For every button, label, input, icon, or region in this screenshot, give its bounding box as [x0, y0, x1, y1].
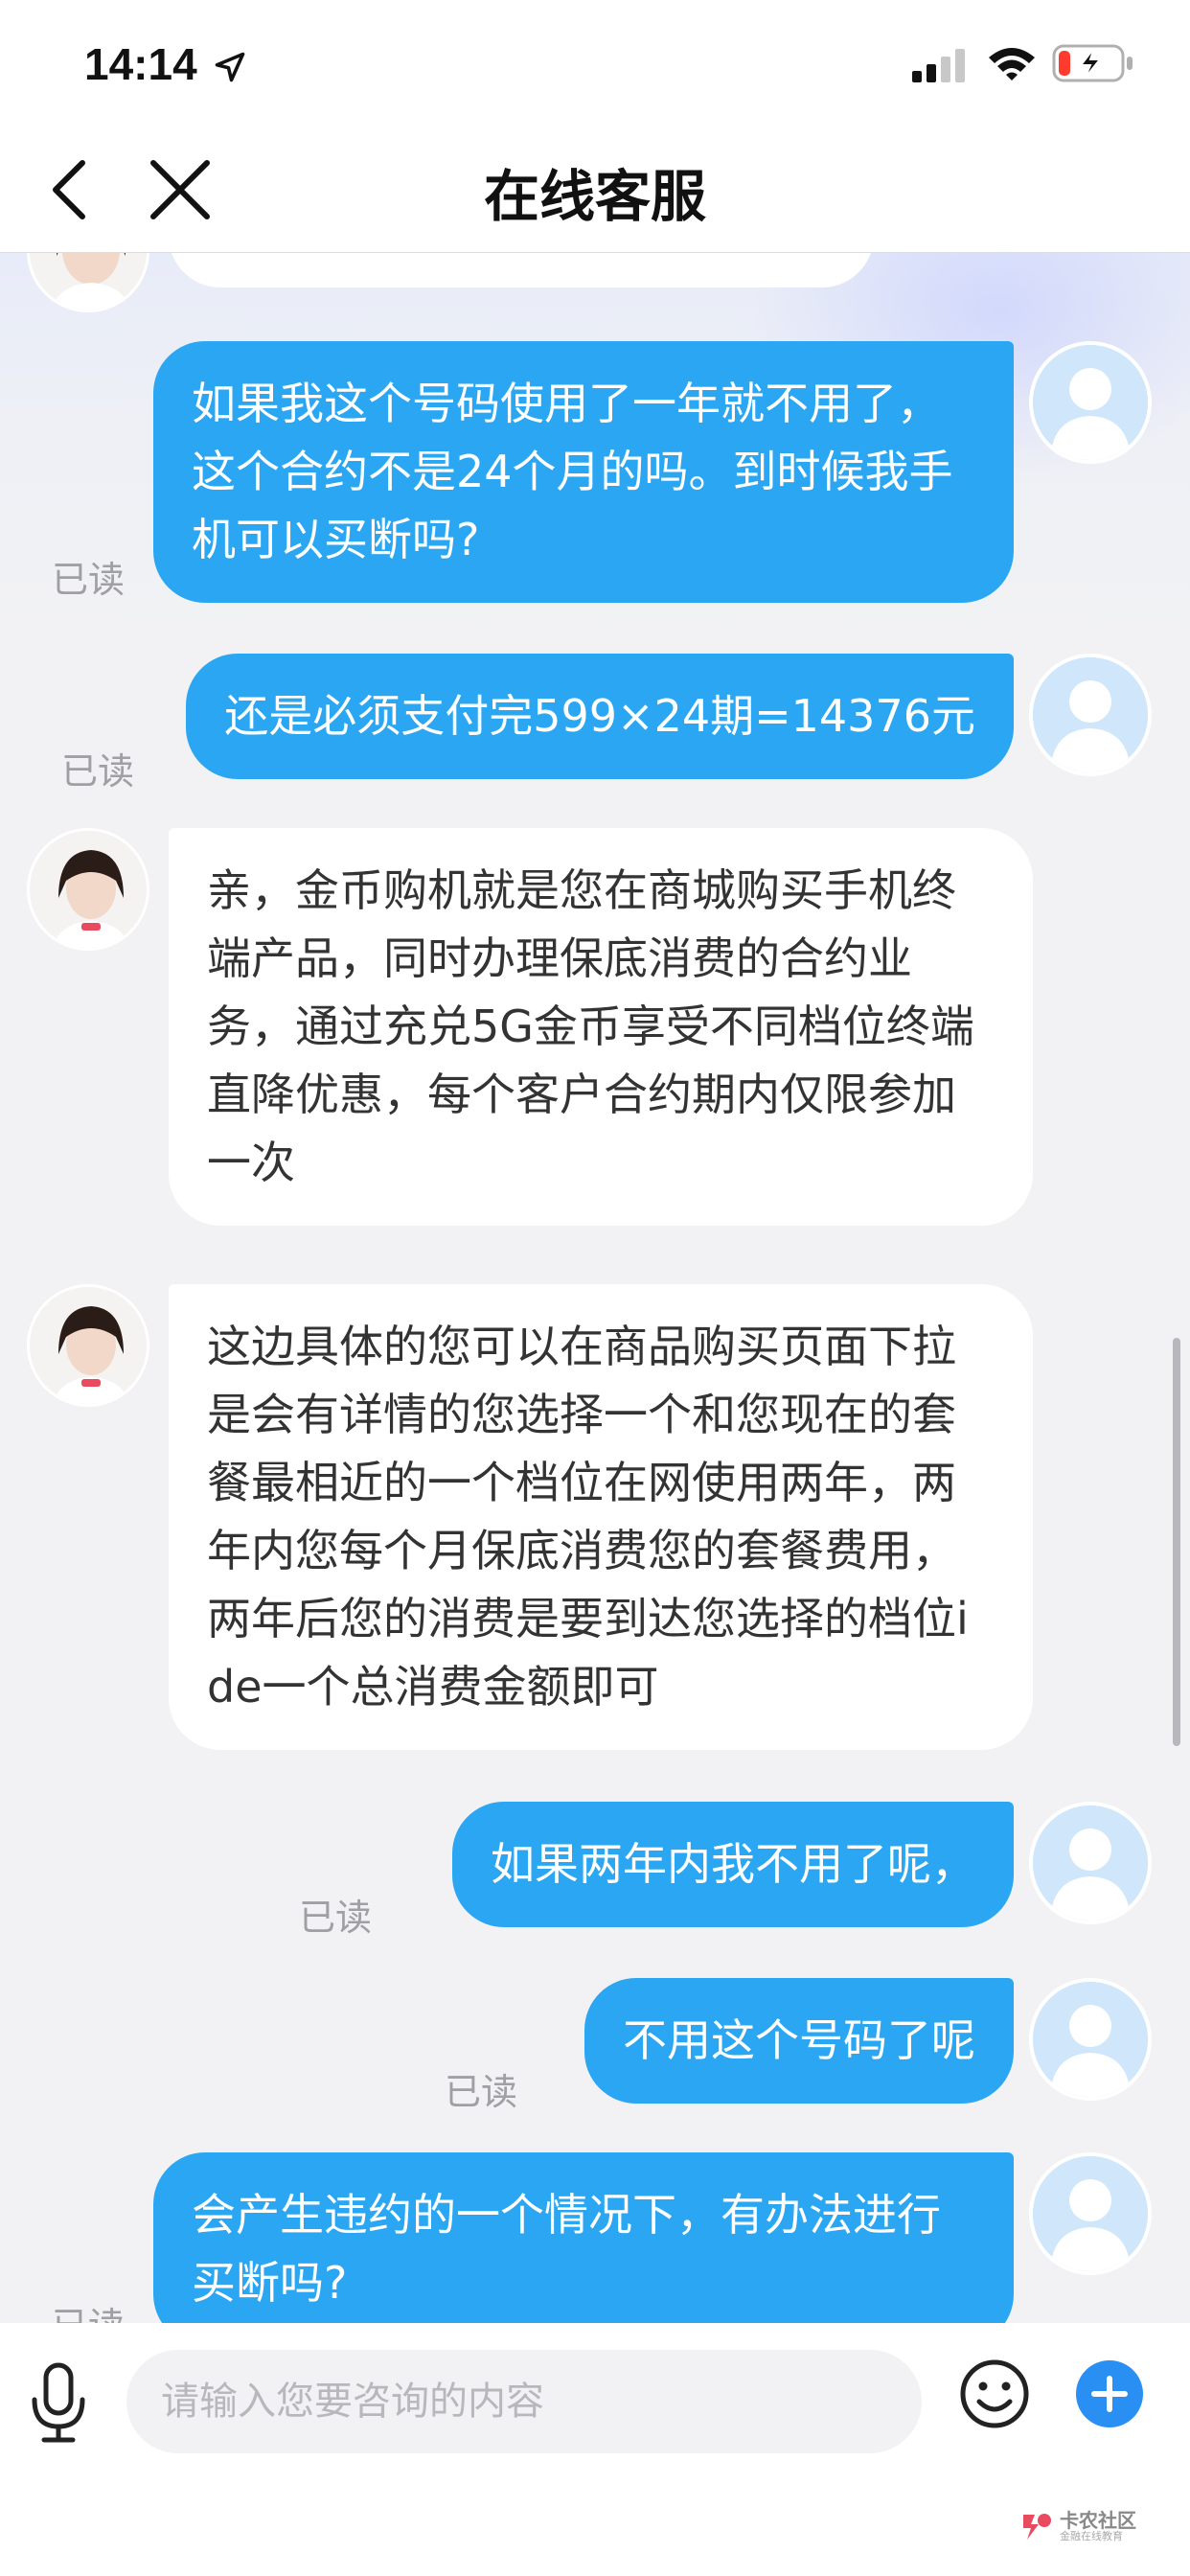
message-bubble[interactable]: 还是必须支付完599×24期=14376元	[186, 654, 1014, 779]
message-bubble[interactable]: 如果我这个号码使用了一年就不用了，这个合约不是24个月的吗。到时候我手机可以买断…	[153, 341, 1014, 603]
page-title: 在线客服	[483, 164, 706, 229]
read-status: 已读	[299, 1897, 373, 1939]
user-avatar	[1029, 1978, 1152, 2101]
read-status: 已读	[52, 2296, 125, 2323]
message-bubble[interactable]: 如果两年内我不用了呢，	[452, 1802, 1014, 1927]
message-bubble[interactable]: 亲，金币购机就是您在商城购买手机终端产品，同时办理保底消费的合约业务，通过充兑5…	[169, 828, 1033, 1226]
message-bubble[interactable]: 会产生违约的一个情况下，有办法进行买断吗?	[153, 2152, 1014, 2323]
user-avatar	[1029, 654, 1152, 776]
read-status: 已读	[445, 2071, 518, 2113]
scrollbar[interactable]	[1173, 1338, 1180, 1746]
message-row-agent: 亲，金币购机就是您在商城购买手机终端产品，同时办理保底消费的合约业务，通过充兑5…	[0, 828, 1190, 1240]
message-row-user: 如果我这个号码使用了一年就不用了，这个合约不是24个月的吗。到时候我手机可以买断…	[0, 341, 1190, 610]
agent-avatar	[27, 253, 149, 312]
message-row-agent: 这边具体的您可以在商品购买页面下拉是会有详情的您选择一个和您现在的套餐最相近的一…	[0, 1284, 1190, 1763]
message-row-user: 还是必须支付完599×24期=14376元 已读	[0, 654, 1190, 793]
message-bubble-partial	[169, 253, 874, 288]
location-arrow-icon	[215, 52, 245, 82]
message-row-user: 如果两年内我不用了呢， 已读	[0, 1802, 1190, 1939]
watermark-subtitle: 金融在线教育	[1060, 2530, 1123, 2542]
user-avatar	[1029, 2152, 1152, 2275]
input-bar: 卡农社区 金融在线教育	[0, 2323, 1190, 2576]
agent-avatar	[27, 1284, 149, 1407]
wifi-icon	[989, 48, 1035, 80]
navigation-bar: 在线客服	[0, 125, 1190, 253]
chat-message-list[interactable]: 如果我这个号码使用了一年就不用了，这个合约不是24个月的吗。到时候我手机可以买断…	[0, 253, 1190, 2323]
watermark-logo-icon	[1023, 2514, 1051, 2540]
message-bubble[interactable]: 这边具体的您可以在商品购买页面下拉是会有详情的您选择一个和您现在的套餐最相近的一…	[169, 1284, 1033, 1750]
message-row-user: 会产生违约的一个情况下，有办法进行买断吗? 已读	[0, 2152, 1190, 2323]
emoji-button[interactable]	[958, 2358, 1031, 2430]
battery-charging-icon	[1052, 44, 1133, 82]
message-input[interactable]	[126, 2350, 922, 2453]
cellular-signal-icon	[912, 49, 965, 82]
message-row-partial	[0, 253, 1190, 312]
status-time: 14:14	[84, 39, 197, 89]
watermark: 卡农社区 金融在线教育	[1018, 2505, 1142, 2547]
microphone-button[interactable]	[25, 2359, 92, 2446]
agent-avatar	[27, 828, 149, 951]
user-avatar	[1029, 341, 1152, 464]
message-bubble[interactable]: 不用这个号码了呢	[584, 1978, 1014, 2104]
status-bar: 14:14	[0, 0, 1190, 125]
message-row-user: 不用这个号码了呢 已读	[0, 1978, 1190, 2113]
user-avatar	[1029, 1802, 1152, 1924]
read-status: 已读	[61, 750, 135, 793]
plus-button[interactable]	[1075, 2359, 1144, 2428]
read-status: 已读	[52, 559, 126, 601]
